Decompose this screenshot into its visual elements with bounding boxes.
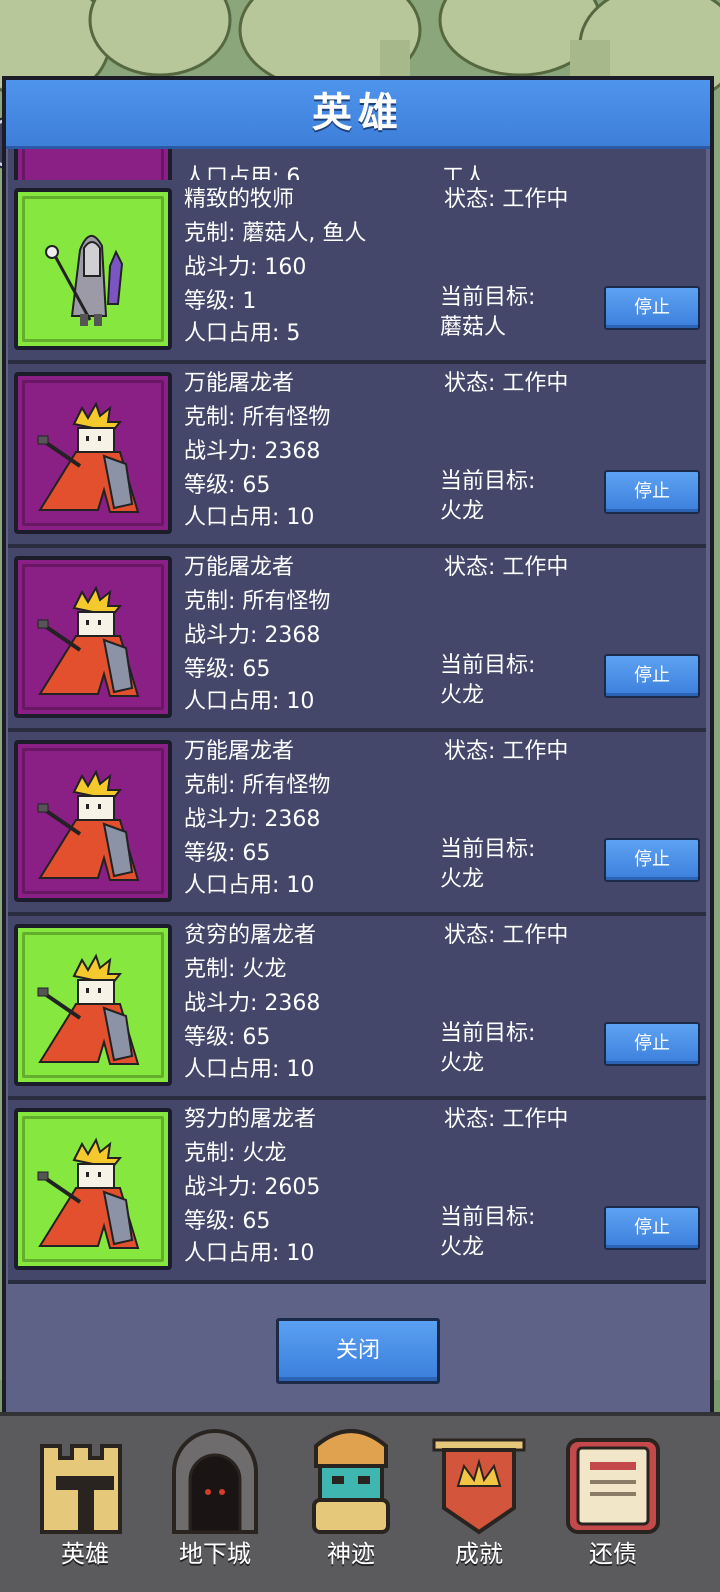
hero-card: 万能屠龙者 克制: 所有怪物 战斗力: 2368 等级: 65 人口占用: 10… bbox=[8, 364, 706, 548]
hero-list[interactable]: 人口占用: 6 工人 精致的牧师 克制: 蘑菇人, 鱼人 战斗力: 160 等级… bbox=[8, 146, 706, 1284]
hero-target: 火龙 bbox=[440, 499, 485, 524]
hero-status: 状态: 工作中 bbox=[444, 739, 569, 764]
nav-label: 英雄 bbox=[61, 1540, 109, 1568]
hero-portrait bbox=[14, 924, 172, 1086]
hero-name: 万能屠龙者 bbox=[184, 555, 295, 580]
hero-name: 贫穷的屠龙者 bbox=[184, 923, 317, 948]
dragon-slayer-portrait-icon bbox=[37, 401, 140, 513]
hero-counter: 克制: 火龙 bbox=[184, 957, 287, 982]
stop-button[interactable]: 停止 bbox=[604, 1206, 700, 1250]
hero-power: 战斗力: 2368 bbox=[184, 991, 321, 1016]
hero-card: 贫穷的屠龙者 克制: 火龙 战斗力: 2368 等级: 65 人口占用: 10 … bbox=[8, 916, 706, 1100]
hero-portrait bbox=[14, 372, 172, 534]
hero-status: 状态: 工作中 bbox=[444, 923, 569, 948]
hero-card: 精致的牧师 克制: 蘑菇人, 鱼人 战斗力: 160 等级: 1 人口占用: 5… bbox=[8, 180, 706, 364]
hero-target: 火龙 bbox=[440, 683, 485, 708]
hero-name: 万能屠龙者 bbox=[184, 739, 295, 764]
hero-target-label: 当前目标: bbox=[440, 653, 536, 678]
nav-achievements[interactable]: 成就 bbox=[414, 1416, 544, 1592]
hero-status: 状态: 工作中 bbox=[444, 1107, 569, 1132]
hero-card: 努力的屠龙者 克制: 火龙 战斗力: 2605 等级: 65 人口占用: 10 … bbox=[8, 1100, 706, 1284]
hero-portrait bbox=[14, 188, 172, 350]
hero-power: 战斗力: 2368 bbox=[184, 623, 321, 648]
heroes-panel: 英雄 人口占用: 6 工人 精致的牧师 克制: 蘑菇人, 鱼人 战斗力: 160… bbox=[2, 76, 714, 1420]
hero-target: 火龙 bbox=[440, 1235, 485, 1260]
stop-button[interactable]: 停止 bbox=[604, 654, 700, 698]
hero-target-label: 当前目标: bbox=[440, 1021, 536, 1046]
hero-population: 人口占用: 10 bbox=[184, 689, 315, 714]
hero-portrait bbox=[14, 1108, 172, 1270]
hero-target: 火龙 bbox=[440, 867, 485, 892]
hero-power: 战斗力: 2368 bbox=[184, 439, 321, 464]
scroll-book-icon bbox=[566, 1438, 660, 1534]
castle-icon bbox=[40, 1444, 122, 1534]
stop-button[interactable]: 停止 bbox=[604, 838, 700, 882]
nav-miracle[interactable]: 神迹 bbox=[286, 1416, 416, 1592]
hero-level: 等级: 65 bbox=[184, 473, 271, 498]
nav-label: 神迹 bbox=[327, 1540, 375, 1568]
hero-name: 精致的牧师 bbox=[184, 187, 295, 212]
nav-heroes[interactable]: 英雄 bbox=[20, 1416, 150, 1592]
hero-target: 蘑菇人 bbox=[440, 315, 507, 340]
stop-button[interactable]: 停止 bbox=[604, 286, 700, 330]
hero-level: 等级: 65 bbox=[184, 841, 271, 866]
hero-level: 等级: 65 bbox=[184, 657, 271, 682]
hero-name: 万能屠龙者 bbox=[184, 371, 295, 396]
dungeon-gate-icon bbox=[172, 1429, 258, 1534]
hero-counter: 克制: 所有怪物 bbox=[184, 589, 331, 614]
hero-status: 状态: 工作中 bbox=[444, 371, 569, 396]
hero-population: 人口占用: 10 bbox=[184, 505, 315, 530]
priest-portrait-icon bbox=[45, 235, 124, 326]
nav-label: 地下城 bbox=[179, 1540, 251, 1568]
hero-population: 人口占用: 10 bbox=[184, 873, 315, 898]
nav-label: 还债 bbox=[589, 1540, 637, 1568]
hero-power: 战斗力: 2368 bbox=[184, 807, 321, 832]
hero-portrait bbox=[14, 740, 172, 902]
dragon-slayer-portrait-icon bbox=[37, 953, 140, 1065]
totem-statue-icon bbox=[312, 1429, 390, 1534]
dragon-slayer-portrait-icon bbox=[37, 585, 140, 697]
hero-status: 状态: 工作中 bbox=[444, 555, 569, 580]
dragon-slayer-portrait-icon bbox=[37, 769, 140, 881]
hero-status: 状态: 工作中 bbox=[444, 187, 569, 212]
hero-card: 万能屠龙者 克制: 所有怪物 战斗力: 2368 等级: 65 人口占用: 10… bbox=[8, 732, 706, 916]
bottom-nav: 英雄 地下城 神迹 成就 还债 bbox=[0, 1412, 720, 1592]
nav-repay-debt[interactable]: 还债 bbox=[548, 1416, 678, 1592]
stop-button[interactable]: 停止 bbox=[604, 1022, 700, 1066]
hero-target-label: 当前目标: bbox=[440, 837, 536, 862]
hero-portrait bbox=[14, 556, 172, 718]
hero-counter: 克制: 火龙 bbox=[184, 1141, 287, 1166]
dragon-slayer-portrait-icon bbox=[37, 1137, 140, 1249]
hero-level: 等级: 1 bbox=[184, 289, 257, 314]
panel-title: 英雄 bbox=[6, 80, 710, 149]
close-button[interactable]: 关闭 bbox=[276, 1318, 440, 1384]
hero-target-label: 当前目标: bbox=[440, 285, 536, 310]
hero-population: 人口占用: 10 bbox=[184, 1057, 315, 1082]
hero-target: 火龙 bbox=[440, 1051, 485, 1076]
hero-name: 努力的屠龙者 bbox=[184, 1107, 317, 1132]
hero-target-label: 当前目标: bbox=[440, 469, 536, 494]
crown-banner-icon bbox=[432, 1438, 526, 1535]
nav-label: 成就 bbox=[455, 1540, 503, 1568]
hero-counter: 克制: 所有怪物 bbox=[184, 405, 331, 430]
hero-power: 战斗力: 160 bbox=[184, 255, 307, 280]
hero-level: 等级: 65 bbox=[184, 1025, 271, 1050]
hero-level: 等级: 65 bbox=[184, 1209, 271, 1234]
hero-card: 万能屠龙者 克制: 所有怪物 战斗力: 2368 等级: 65 人口占用: 10… bbox=[8, 548, 706, 732]
hero-counter: 克制: 蘑菇人, 鱼人 bbox=[184, 221, 367, 246]
stop-button[interactable]: 停止 bbox=[604, 470, 700, 514]
hero-population: 人口占用: 10 bbox=[184, 1241, 315, 1266]
hero-power: 战斗力: 2605 bbox=[184, 1175, 321, 1200]
nav-dungeon[interactable]: 地下城 bbox=[150, 1416, 280, 1592]
hero-target-label: 当前目标: bbox=[440, 1205, 536, 1230]
hero-counter: 克制: 所有怪物 bbox=[184, 773, 331, 798]
hero-population: 人口占用: 5 bbox=[184, 321, 301, 346]
